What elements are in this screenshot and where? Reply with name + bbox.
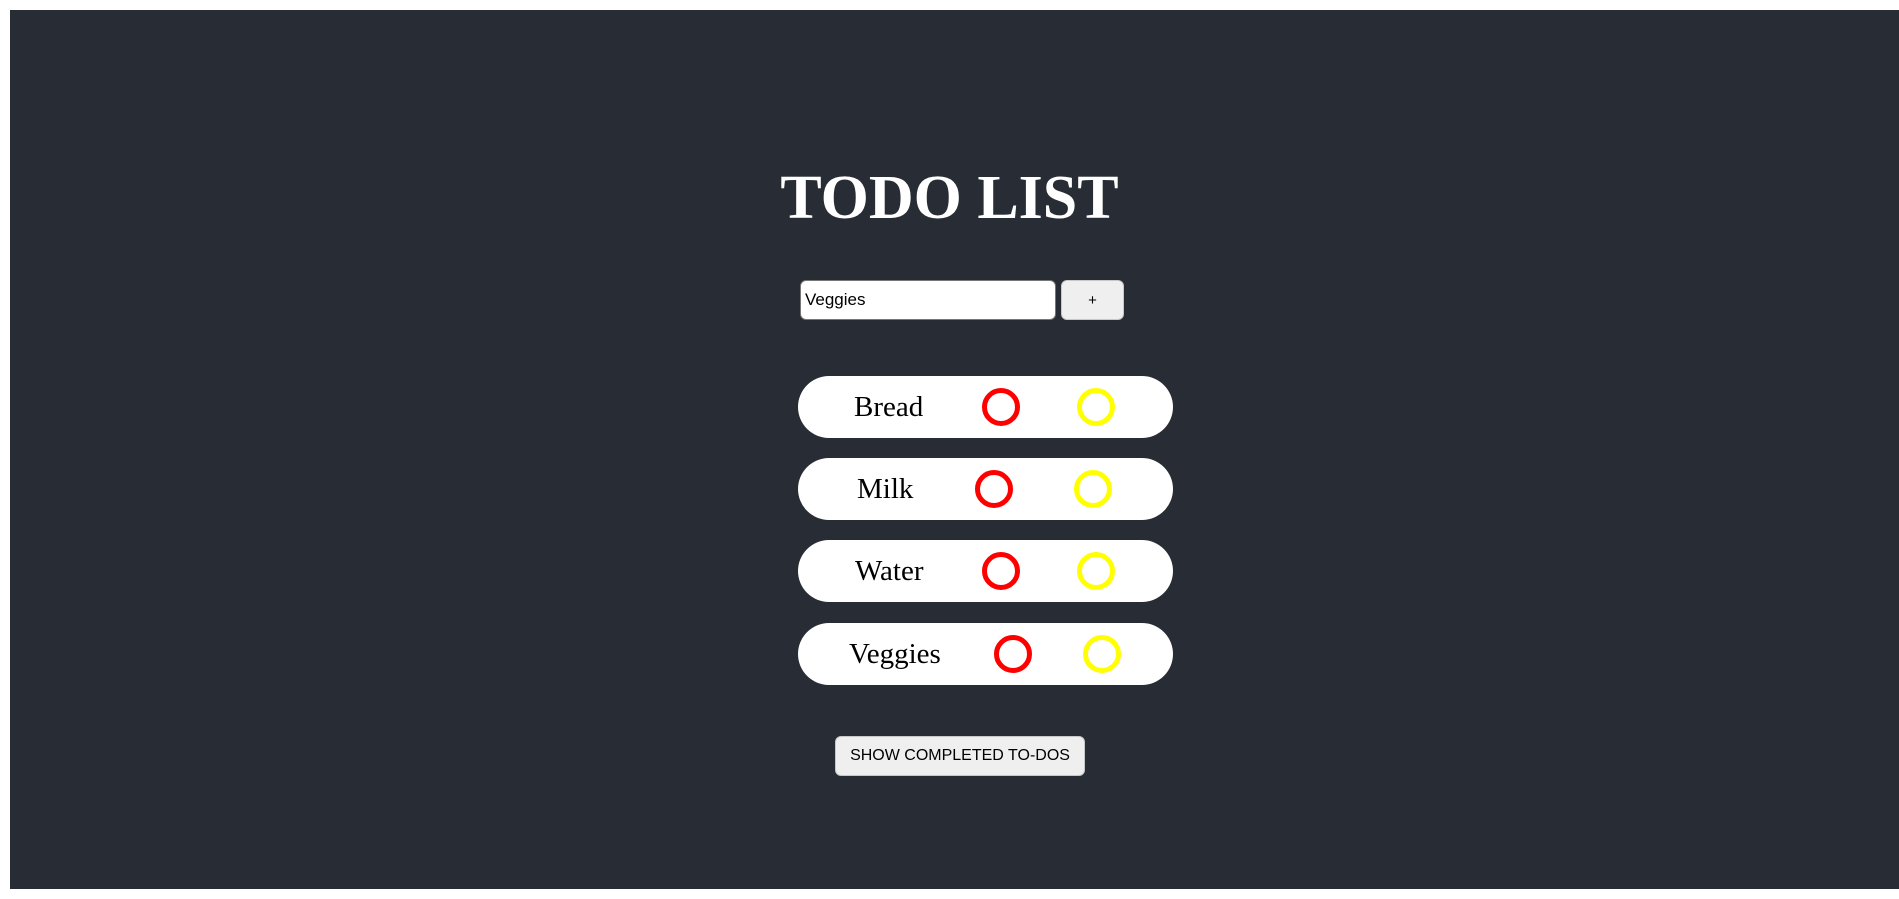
complete-circle-icon[interactable] <box>1077 388 1115 426</box>
delete-circle-icon[interactable] <box>982 388 1020 426</box>
todo-item: Bread <box>798 376 1173 438</box>
todo-item-label: Water <box>855 555 924 587</box>
todo-item: Veggies <box>798 623 1173 685</box>
page-title: TODO LIST <box>780 164 1119 232</box>
complete-circle-icon[interactable] <box>1083 635 1121 673</box>
todo-item-label: Milk <box>857 473 914 505</box>
delete-circle-icon[interactable] <box>975 470 1013 508</box>
add-todo-button[interactable]: + <box>1061 280 1124 320</box>
todo-item: Water <box>798 540 1173 602</box>
show-completed-button[interactable]: SHOW COMPLETED TO-DOS <box>835 736 1085 776</box>
complete-circle-icon[interactable] <box>1074 470 1112 508</box>
new-todo-input[interactable] <box>800 280 1056 320</box>
delete-circle-icon[interactable] <box>982 552 1020 590</box>
todo-item: Milk <box>798 458 1173 520</box>
delete-circle-icon[interactable] <box>994 635 1032 673</box>
todo-item-label: Bread <box>854 391 924 423</box>
complete-circle-icon[interactable] <box>1077 552 1115 590</box>
todo-item-label: Veggies <box>849 638 941 670</box>
